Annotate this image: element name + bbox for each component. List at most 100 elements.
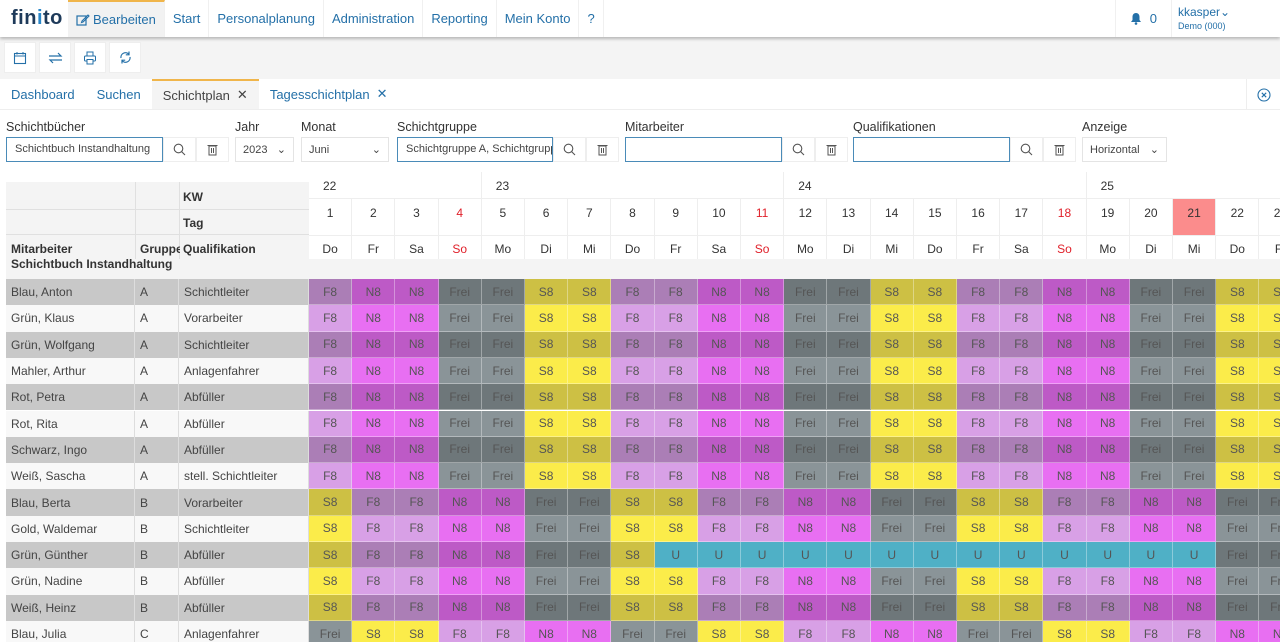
shift-cell[interactable]: N8 [784, 568, 828, 595]
shift-cell[interactable]: S8 [870, 410, 914, 437]
shift-cell[interactable]: N8 [1043, 331, 1087, 358]
shift-cell[interactable]: S8 [1000, 489, 1044, 516]
search-button[interactable] [1010, 137, 1043, 162]
shift-cell[interactable]: Frei [481, 463, 525, 490]
shift-cell[interactable]: N8 [1086, 436, 1130, 464]
shift-cell[interactable]: S8 [525, 436, 569, 464]
print-button[interactable] [74, 42, 106, 73]
shift-cell[interactable]: F8 [395, 515, 439, 542]
shift-cell[interactable]: S8 [654, 515, 698, 542]
shift-cell[interactable]: N8 [827, 568, 871, 595]
shift-cell[interactable]: Frei [1000, 620, 1044, 642]
shift-cell[interactable]: S8 [870, 331, 914, 358]
shift-cell[interactable]: S8 [525, 384, 569, 411]
shift-cell[interactable]: Frei [568, 489, 612, 516]
shift-cell[interactable]: S8 [1086, 620, 1130, 642]
employee-row[interactable]: Grün, Günther B Abfüller S8 F8 F8 N8 N8 Frei Frei… [6, 542, 1280, 569]
shift-cell[interactable]: F8 [1000, 357, 1044, 385]
tab-tagesschichtplan[interactable]: Tagesschichtplan ✕ [259, 79, 399, 109]
shift-cell[interactable]: N8 [1043, 357, 1087, 385]
shift-cell[interactable]: N8 [741, 463, 785, 490]
shift-cell[interactable]: Frei [1173, 410, 1217, 437]
shift-cell[interactable]: Frei [913, 594, 957, 621]
shift-cell[interactable]: U [1000, 542, 1044, 569]
day-number[interactable]: 14 [870, 199, 914, 236]
shift-cell[interactable]: S8 [913, 305, 957, 332]
employee-row[interactable]: Blau, Anton A Schichtleiter F8 N8 N8 Frei Frei S… [6, 279, 1280, 306]
shift-cell[interactable]: F8 [611, 384, 655, 411]
shift-cell[interactable]: Frei [309, 620, 353, 642]
employee-row[interactable]: Gold, Waldemar B Schichtleiter S8 F8 F8 N8 N8 Fr… [6, 515, 1280, 542]
day-number[interactable]: 12 [784, 199, 828, 236]
shift-cell[interactable]: N8 [697, 463, 741, 490]
shift-cell[interactable]: N8 [481, 515, 525, 542]
shift-cell[interactable]: S8 [611, 594, 655, 621]
shift-cell[interactable]: Frei [827, 305, 871, 332]
schichtbuecher-input[interactable]: Schichtbuch Instandhaltung [6, 137, 163, 162]
shift-cell[interactable]: F8 [395, 489, 439, 516]
shift-cell[interactable]: S8 [1259, 331, 1280, 358]
shift-cell[interactable]: F8 [1086, 489, 1130, 516]
shift-cell[interactable]: F8 [438, 620, 482, 642]
shift-cell[interactable]: S8 [1216, 436, 1260, 464]
shift-cell[interactable]: N8 [741, 331, 785, 358]
shift-cell[interactable]: F8 [957, 384, 1001, 411]
employee-row[interactable]: Grün, Wolfgang A Schichtleiter F8 N8 N8 Frei Fr… [6, 331, 1280, 358]
shift-cell[interactable]: F8 [611, 436, 655, 464]
shift-cell[interactable]: Frei [525, 594, 569, 621]
anzeige-select[interactable]: Horizontal ⌄ [1082, 137, 1167, 162]
shift-cell[interactable]: Frei [784, 384, 828, 411]
shift-cell[interactable]: Frei [870, 568, 914, 595]
shift-cell[interactable]: S8 [957, 489, 1001, 516]
shift-cell[interactable]: S8 [309, 568, 353, 595]
qualifikationen-input[interactable] [853, 137, 1010, 162]
shift-cell[interactable]: N8 [1129, 568, 1173, 595]
shift-cell[interactable]: S8 [1259, 463, 1280, 490]
nav-personalplanung[interactable]: Personalplanung [209, 0, 324, 37]
shift-cell[interactable]: Frei [1129, 436, 1173, 464]
shift-cell[interactable]: N8 [395, 463, 439, 490]
shift-cell[interactable]: N8 [1129, 489, 1173, 516]
shift-cell[interactable]: S8 [568, 331, 612, 358]
shift-cell[interactable]: Frei [1173, 357, 1217, 385]
shift-cell[interactable]: S8 [1259, 384, 1280, 411]
shift-cell[interactable]: S8 [611, 489, 655, 516]
shift-cell[interactable]: Frei [654, 620, 698, 642]
shift-cell[interactable]: Frei [784, 357, 828, 385]
clear-button[interactable] [196, 137, 229, 162]
shift-cell[interactable]: Frei [784, 279, 828, 306]
shift-cell[interactable]: S8 [1259, 305, 1280, 332]
shift-cell[interactable]: F8 [827, 620, 871, 642]
mitarbeiter-column-header[interactable]: Mitarbeiter [11, 242, 72, 256]
shift-cell[interactable]: S8 [913, 357, 957, 385]
search-button[interactable] [553, 137, 586, 162]
employee-row[interactable]: Blau, Julia C Anlagenfahrer Frei S8 S8 F8 F8 N8 N… [6, 620, 1280, 642]
shift-cell[interactable]: F8 [741, 568, 785, 595]
shift-cell[interactable]: Frei [957, 620, 1001, 642]
shift-cell[interactable]: Frei [1129, 331, 1173, 358]
shift-cell[interactable]: Frei [827, 331, 871, 358]
shift-cell[interactable]: S8 [654, 568, 698, 595]
shift-cell[interactable]: F8 [611, 357, 655, 385]
shift-cell[interactable]: S8 [913, 331, 957, 358]
shift-cell[interactable]: N8 [481, 489, 525, 516]
day-number[interactable]: 4 [438, 199, 482, 236]
shift-cell[interactable]: N8 [741, 384, 785, 411]
day-number[interactable]: 22 [1216, 199, 1260, 236]
shift-cell[interactable]: Frei [1259, 542, 1280, 569]
shift-cell[interactable]: F8 [654, 331, 698, 358]
shift-cell[interactable]: N8 [741, 410, 785, 437]
shift-cell[interactable]: N8 [1043, 436, 1087, 464]
shift-cell[interactable]: F8 [784, 620, 828, 642]
day-number[interactable]: 3 [395, 199, 439, 236]
shift-cell[interactable]: N8 [1086, 331, 1130, 358]
shift-cell[interactable]: N8 [784, 594, 828, 621]
shift-cell[interactable]: N8 [481, 594, 525, 621]
shift-cell[interactable]: N8 [697, 436, 741, 464]
shift-cell[interactable]: S8 [1259, 436, 1280, 464]
shift-cell[interactable]: S8 [870, 384, 914, 411]
shift-cell[interactable]: S8 [352, 620, 396, 642]
clear-button[interactable] [815, 137, 848, 162]
day-number[interactable]: 20 [1129, 199, 1173, 236]
jahr-select[interactable]: 2023 ⌄ [235, 137, 294, 162]
